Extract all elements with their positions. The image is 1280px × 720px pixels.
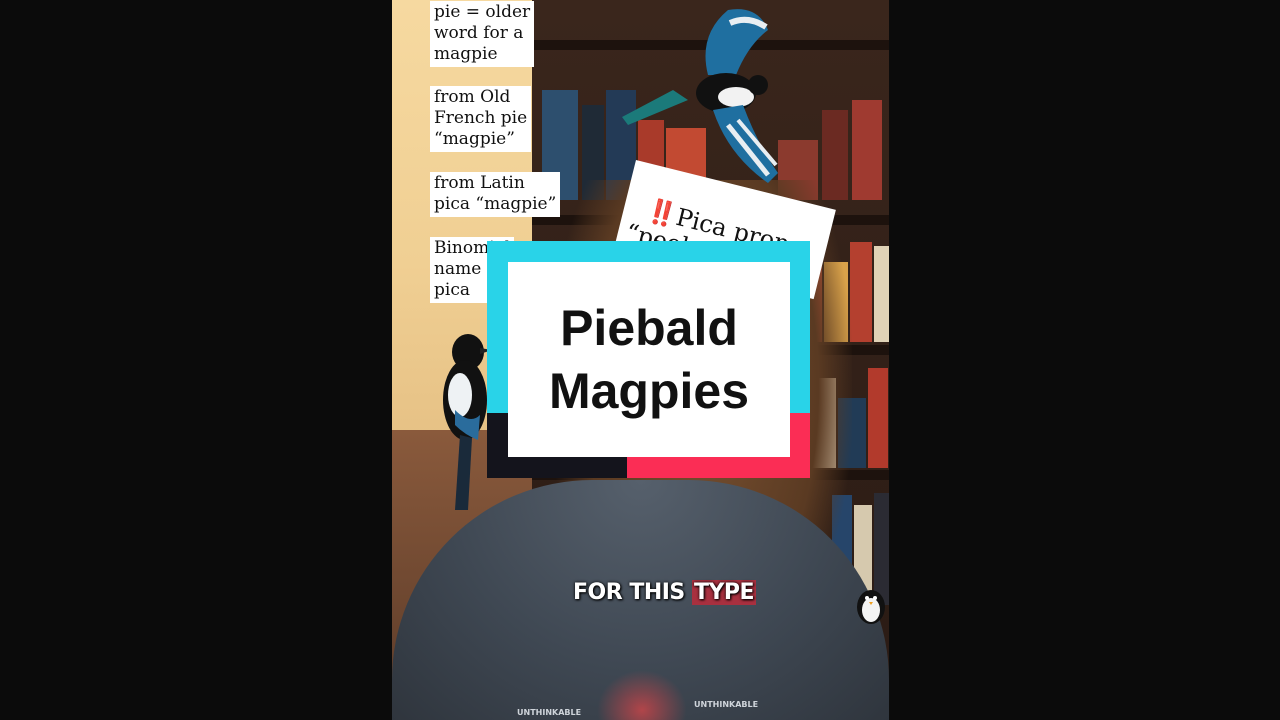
etymology-note: from Latin pica “magpie” <box>430 172 561 217</box>
caption-highlight: TYPE <box>691 580 757 605</box>
shirt-text: UNTHINKABLE <box>694 700 759 709</box>
title-card-text: Piebald Magpies <box>548 299 750 419</box>
title-card-frame: Piebald Magpies <box>487 241 810 478</box>
etymology-note: pie = older word for a magpie <box>430 1 535 67</box>
flying-magpie-icon <box>622 9 778 183</box>
subtitle-caption: FOR THIS TYPE <box>573 580 757 610</box>
shirt-print <box>597 670 687 720</box>
title-card: Piebald Magpies <box>508 262 790 457</box>
etymology-note: from Old French pie “magpie” <box>430 86 532 152</box>
caption-text: FOR THIS <box>573 580 692 605</box>
shirt-text: UNTHINKABLE <box>517 708 582 717</box>
penguin-toy-icon <box>857 590 885 624</box>
